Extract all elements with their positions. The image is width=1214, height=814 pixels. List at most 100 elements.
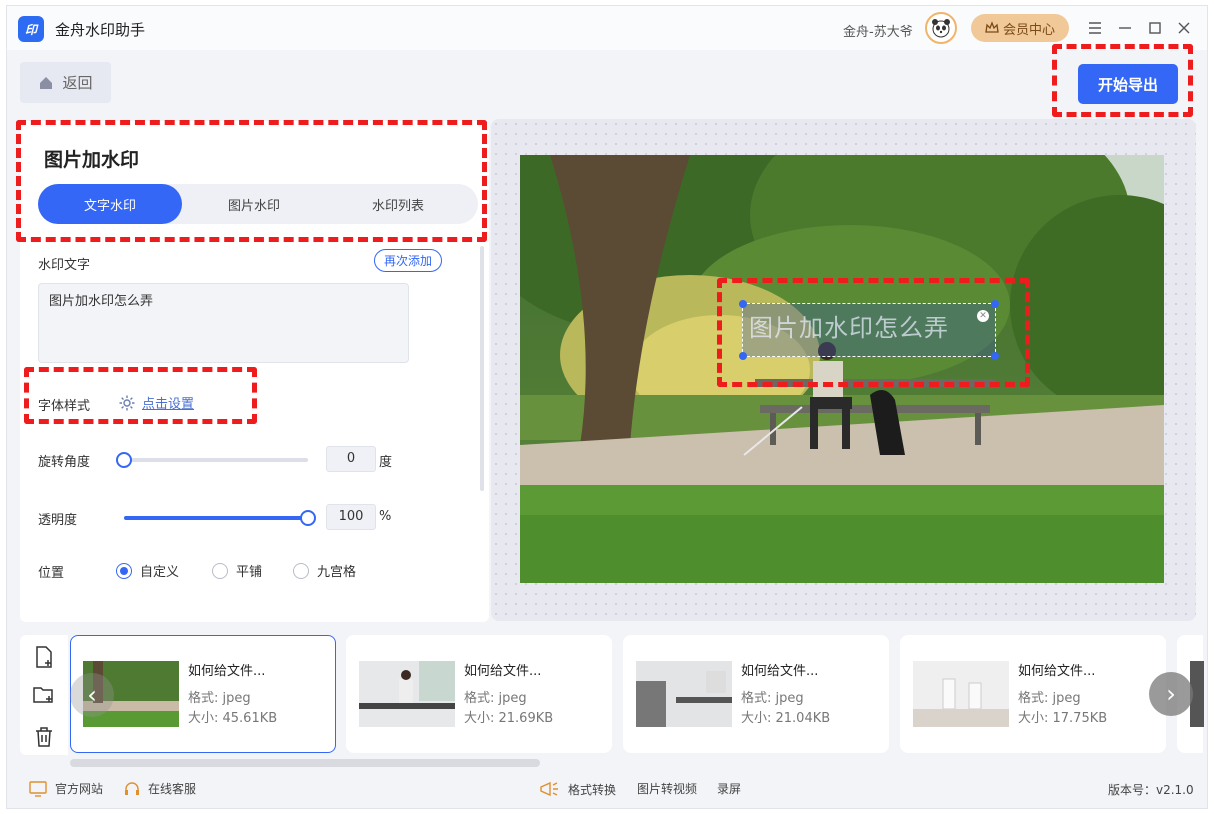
add-file-icon[interactable]: [32, 645, 56, 669]
resize-handle-top-right[interactable]: [991, 300, 999, 308]
radio-dot: [116, 562, 132, 579]
file-card[interactable]: 如何给文件... 格式: jpeg 大小: 21.04KB: [623, 635, 889, 753]
image-to-video-link[interactable]: 图片转视频: [637, 780, 697, 797]
position-grid-label: 九宫格: [317, 565, 357, 580]
file-name: 如何给文件...: [741, 664, 819, 679]
file-card[interactable]: 如何给文件... 格式: jpeg 大小: 21.69KB: [346, 635, 612, 753]
position-custom-radio[interactable]: 自定义: [116, 561, 179, 580]
radio-dot: [293, 562, 309, 579]
opacity-slider-handle[interactable]: [300, 510, 316, 526]
file-size: 大小: 17.75KB: [1018, 711, 1108, 726]
format-convert-link[interactable]: 格式转换: [538, 780, 616, 798]
panel-title: 图片加水印: [44, 149, 140, 171]
format-convert-label: 格式转换: [568, 782, 617, 797]
rotation-input[interactable]: 0: [326, 446, 376, 472]
position-tile-radio[interactable]: 平铺: [212, 561, 262, 580]
watermark-text-input[interactable]: 图片加水印怎么弄: [38, 283, 409, 363]
file-name: 如何给文件...: [464, 664, 542, 679]
website-link[interactable]: 官方网站: [29, 780, 103, 797]
add-folder-icon[interactable]: [32, 683, 56, 707]
crown-icon: [985, 21, 999, 33]
park-scene-image: [520, 155, 1164, 583]
tab-image-watermark[interactable]: 图片水印: [182, 184, 326, 224]
rotation-label: 旋转角度: [38, 455, 91, 470]
file-format: 格式: jpeg: [741, 691, 804, 706]
menu-icon[interactable]: [1083, 16, 1107, 40]
record-label: 录屏: [717, 782, 742, 796]
username: 金舟-苏大爷: [843, 25, 913, 40]
panda-avatar-icon: [932, 19, 950, 38]
back-label: 返回: [62, 74, 93, 92]
watermark-overlay[interactable]: 图片加水印怎么弄 ✕: [739, 300, 999, 360]
image-preview-area: 图片加水印怎么弄 ✕: [491, 119, 1196, 621]
back-button[interactable]: 返回: [20, 62, 111, 103]
app-title: 金舟水印助手: [55, 21, 146, 39]
position-grid-radio[interactable]: 九宫格: [293, 561, 356, 580]
font-settings-link[interactable]: 点击设置: [118, 393, 194, 412]
resize-handle-bottom-right[interactable]: [991, 352, 999, 360]
prev-arrow-icon[interactable]: ‹: [70, 673, 114, 717]
radio-dot: [212, 562, 228, 579]
panel-scrollbar[interactable]: [480, 246, 484, 491]
readd-button[interactable]: 再次添加: [374, 249, 442, 272]
watermark-delete-icon[interactable]: ✕: [977, 310, 989, 322]
font-settings-label: 点击设置: [142, 397, 195, 412]
watermark-preview-text: 图片加水印怎么弄: [749, 314, 949, 342]
file-size: 大小: 21.04KB: [741, 711, 831, 726]
website-icon: [29, 780, 47, 797]
image-to-video-label: 图片转视频: [637, 782, 698, 796]
close-icon[interactable]: [1172, 16, 1196, 40]
file-thumbnail: [913, 661, 1009, 727]
record-link[interactable]: 录屏: [717, 780, 741, 797]
file-format: 格式: jpeg: [1018, 691, 1081, 706]
file-card[interactable]: 如何给文件... 格式: jpeg 大小: 17.75KB: [900, 635, 1166, 753]
preview-photo: 图片加水印怎么弄 ✕: [520, 155, 1164, 583]
font-style-label: 字体样式: [38, 399, 91, 414]
rotation-unit: 度: [379, 455, 393, 470]
opacity-slider[interactable]: [124, 510, 316, 526]
megaphone-icon: [540, 781, 558, 797]
file-format: 格式: jpeg: [188, 691, 251, 706]
position-tile-label: 平铺: [236, 565, 263, 580]
support-label: 在线客服: [148, 782, 197, 796]
title-bar: 印 金舟水印助手 金舟-苏大爷 会员中心: [7, 6, 1207, 50]
minimize-icon[interactable]: [1113, 16, 1137, 40]
rotation-slider[interactable]: [116, 452, 308, 468]
export-button[interactable]: 开始导出: [1078, 64, 1178, 104]
rotation-slider-handle[interactable]: [116, 452, 132, 468]
file-format: 格式: jpeg: [464, 691, 527, 706]
tab-watermark-list[interactable]: 水印列表: [326, 184, 470, 224]
file-name: 如何给文件...: [188, 664, 266, 679]
file-thumbnail: [636, 661, 732, 727]
home-icon: [40, 76, 53, 89]
maximize-icon[interactable]: [1143, 16, 1167, 40]
next-arrow-icon[interactable]: ›: [1149, 672, 1193, 716]
opacity-input[interactable]: 100: [326, 504, 376, 530]
opacity-label: 透明度: [38, 513, 78, 528]
file-name: 如何给文件...: [1018, 664, 1096, 679]
app-logo-icon: 印: [18, 16, 44, 42]
resize-handle-top-left[interactable]: [739, 300, 747, 308]
opacity-unit: %: [379, 509, 392, 524]
website-label: 官方网站: [55, 782, 104, 796]
tab-text-watermark[interactable]: 文字水印: [38, 184, 182, 224]
file-tools: [20, 635, 68, 755]
opacity-slider-fill: [124, 516, 308, 520]
file-size: 大小: 45.61KB: [188, 711, 278, 726]
position-custom-label: 自定义: [140, 565, 180, 580]
headset-icon: [125, 781, 139, 795]
file-size: 大小: 21.69KB: [464, 711, 554, 726]
watermark-text-label: 水印文字: [38, 258, 91, 273]
resize-handle-bottom-left[interactable]: [739, 352, 747, 360]
version-label: 版本号：v2.1.0: [1108, 783, 1194, 797]
watermark-tabs: 文字水印 图片水印 水印列表: [38, 184, 478, 224]
files-scrollbar[interactable]: [70, 759, 540, 767]
support-link[interactable]: 在线客服: [124, 780, 196, 797]
file-thumbnail: [359, 661, 455, 727]
vip-center-button[interactable]: 会员中心: [971, 14, 1069, 42]
delete-icon[interactable]: [32, 725, 56, 749]
settings-panel: 图片加水印 文字水印 图片水印 水印列表 水印文字 再次添加 图片加水印怎么弄 …: [20, 121, 489, 622]
position-label: 位置: [38, 566, 65, 581]
app-window: 印 金舟水印助手 金舟-苏大爷 会员中心 返回 开始导出 图片加水印 文字水印 …: [6, 5, 1208, 809]
avatar[interactable]: [925, 12, 957, 44]
